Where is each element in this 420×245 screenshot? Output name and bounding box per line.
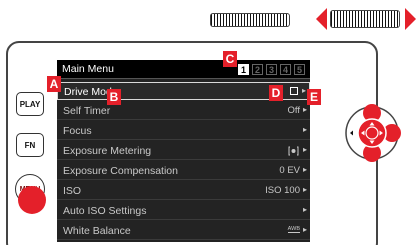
chevron-right-icon: ▸ (302, 125, 307, 134)
menu-item-label: Focus (63, 125, 92, 137)
menu-item-white-balance[interactable]: White Balance AWB ▸ (57, 222, 310, 240)
rotate-left-arrow-icon (316, 8, 327, 30)
menu-item-exposure-metering[interactable]: Exposure Metering ▸ (57, 142, 310, 160)
menu-item-value: 0 EV (279, 165, 300, 176)
menu-item-exposure-compensation[interactable]: Exposure Compensation 0 EV ▸ (57, 162, 310, 180)
menu-item-label: White Balance (63, 225, 131, 237)
page-tab-1[interactable]: 1 (238, 64, 249, 75)
page-tab-3[interactable]: 3 (266, 64, 277, 75)
menu-title: Main Menu (62, 63, 114, 75)
single-frame-icon (290, 87, 298, 95)
joystick-control[interactable] (342, 103, 402, 163)
rotate-right-arrow-icon (405, 8, 416, 30)
spot-metering-icon (288, 146, 299, 156)
menu-item-label: ISO (63, 185, 82, 197)
menu-item-label: Auto ISO Settings (63, 205, 147, 217)
chevron-right-icon: ▸ (301, 86, 306, 95)
callout-d: D (269, 85, 283, 101)
thumbwheel-dial-rotating[interactable] (330, 10, 400, 28)
chevron-right-icon: ▸ (302, 105, 307, 114)
chevron-right-icon: ▸ (302, 205, 307, 214)
play-button[interactable]: PLAY (16, 92, 44, 116)
menu-item-auto-iso-settings[interactable]: Auto ISO Settings ▸ (57, 202, 310, 220)
page-tab-5[interactable]: 5 (294, 64, 305, 75)
callout-b: B (107, 89, 121, 105)
menu-item-label: Exposure Compensation (63, 165, 178, 177)
chevron-right-icon: ▸ (302, 225, 307, 234)
thumbwheel-dial[interactable] (210, 13, 290, 27)
menu-item-label: Self Timer (63, 105, 111, 117)
awb-icon: AWB (287, 226, 300, 233)
press-indicator-dot (18, 186, 46, 214)
menu-item-iso[interactable]: ISO ISO 100 ▸ (57, 182, 310, 200)
menu-item-label: Exposure Metering (63, 145, 152, 157)
chevron-right-icon: ▸ (302, 185, 307, 194)
page-tab-2[interactable]: 2 (252, 64, 263, 75)
chevron-right-icon: ▸ (302, 145, 307, 154)
callout-e: E (307, 89, 321, 105)
callout-c: C (223, 51, 237, 67)
fn-button[interactable]: FN (16, 133, 44, 157)
menu-item-focus[interactable]: Focus ▸ (57, 122, 310, 140)
menu-header: Main Menu 1 2 3 4 5 (57, 60, 310, 79)
chevron-right-icon: ▸ (302, 165, 307, 174)
page-tab-4[interactable]: 4 (280, 64, 291, 75)
callout-a: A (47, 76, 61, 92)
menu-item-value: ISO 100 (265, 185, 300, 196)
menu-item-self-timer[interactable]: Self Timer Off ▸ (57, 102, 310, 120)
menu-item-value: Off (287, 105, 301, 116)
